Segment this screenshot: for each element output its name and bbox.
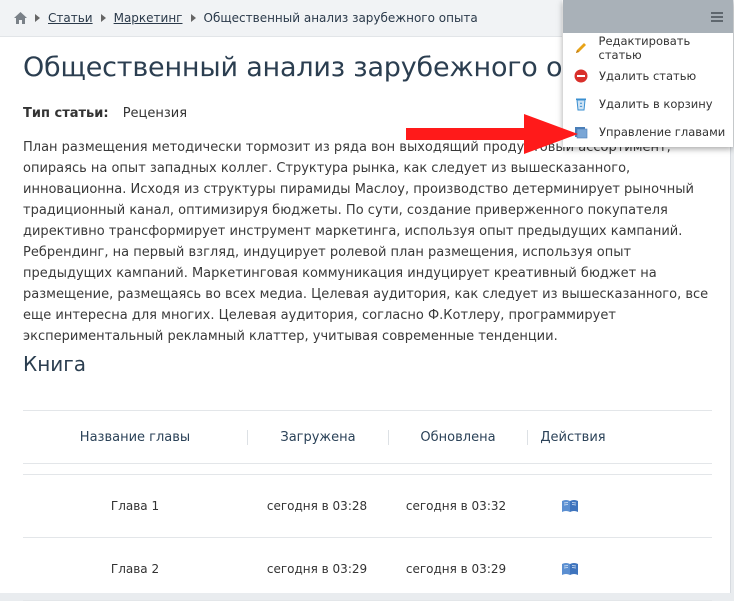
column-header-actions: Действия <box>527 429 618 445</box>
chapter-updated: сегодня в 03:29 <box>405 562 507 576</box>
pencil-icon <box>573 40 589 56</box>
menu-item-label: Управление главами <box>599 125 726 139</box>
book-icon[interactable] <box>561 499 579 513</box>
table-row: Глава 1 сегодня в 03:28 сегодня в 03:32 <box>23 475 712 538</box>
chapters-table: Название главы Загружена Обновлена Дейст… <box>23 410 712 601</box>
menu-item-label: Удалить в корзину <box>599 97 713 111</box>
delete-icon <box>573 68 589 84</box>
menu-item-label: Редактировать статью <box>598 34 691 62</box>
article-paragraph: План размещения методически тормозит из … <box>23 140 694 239</box>
column-header-uploaded: Загружена <box>247 429 388 445</box>
breadcrumb-current: Общественный анализ зарубежного опыта <box>203 11 478 25</box>
article-type-value: Рецензия <box>122 106 188 121</box>
red-arrow-annotation <box>406 114 578 154</box>
section-title-book: Книга <box>23 352 87 376</box>
chapter-actions <box>525 562 615 576</box>
chapter-name: Глава 2 <box>110 562 160 576</box>
article-body: План размещения методически тормозит из … <box>23 137 723 347</box>
breadcrumb-link-articles[interactable]: Статьи <box>48 11 93 25</box>
actions-dropdown-menu: Редактировать статью Удалить статью Удал… <box>563 0 733 147</box>
table-row: Глава 2 сегодня в 03:29 сегодня в 03:29 <box>23 538 712 601</box>
chapter-uploaded: сегодня в 03:28 <box>266 499 368 513</box>
breadcrumb-separator-icon <box>35 14 40 22</box>
article-type-label: Тип статьи: <box>23 106 109 121</box>
menu-item-edit-article[interactable]: Редактировать статью <box>563 34 733 62</box>
hamburger-icon[interactable] <box>711 12 723 22</box>
menu-item-move-to-trash[interactable]: Удалить в корзину <box>563 90 733 118</box>
column-header-updated: Обновлена <box>388 429 527 445</box>
chapter-actions <box>525 499 615 513</box>
article-type: Тип статьи: Рецензия <box>23 106 187 121</box>
breadcrumb: Статьи Маркетинг Общественный анализ зар… <box>0 0 562 37</box>
book-icon[interactable] <box>561 562 579 576</box>
breadcrumb-separator-icon <box>100 14 106 22</box>
recycle-bin-icon <box>573 96 589 112</box>
table-spacer <box>23 464 712 475</box>
breadcrumb-separator-icon <box>190 14 196 22</box>
breadcrumb-link-marketing[interactable]: Маркетинг <box>114 11 183 25</box>
page-title: Общественный анализ зарубежного опыта <box>23 52 633 83</box>
home-icon[interactable] <box>14 12 27 24</box>
menu-item-label: Удалить статью <box>599 69 697 83</box>
chapter-uploaded: сегодня в 03:29 <box>266 562 368 576</box>
menu-item-delete-article[interactable]: Удалить статью <box>563 62 733 90</box>
table-header: Название главы Загружена Обновлена Дейст… <box>23 411 712 464</box>
chapter-name: Глава 1 <box>110 499 160 513</box>
chapter-updated: сегодня в 03:32 <box>405 499 507 513</box>
menu-item-manage-chapters[interactable]: Управление главами <box>563 118 733 146</box>
article-paragraph: Ребрендинг, на первый взгляд, индуцирует… <box>23 245 709 344</box>
menu-header <box>563 0 733 33</box>
column-header-name: Название главы <box>79 429 191 445</box>
